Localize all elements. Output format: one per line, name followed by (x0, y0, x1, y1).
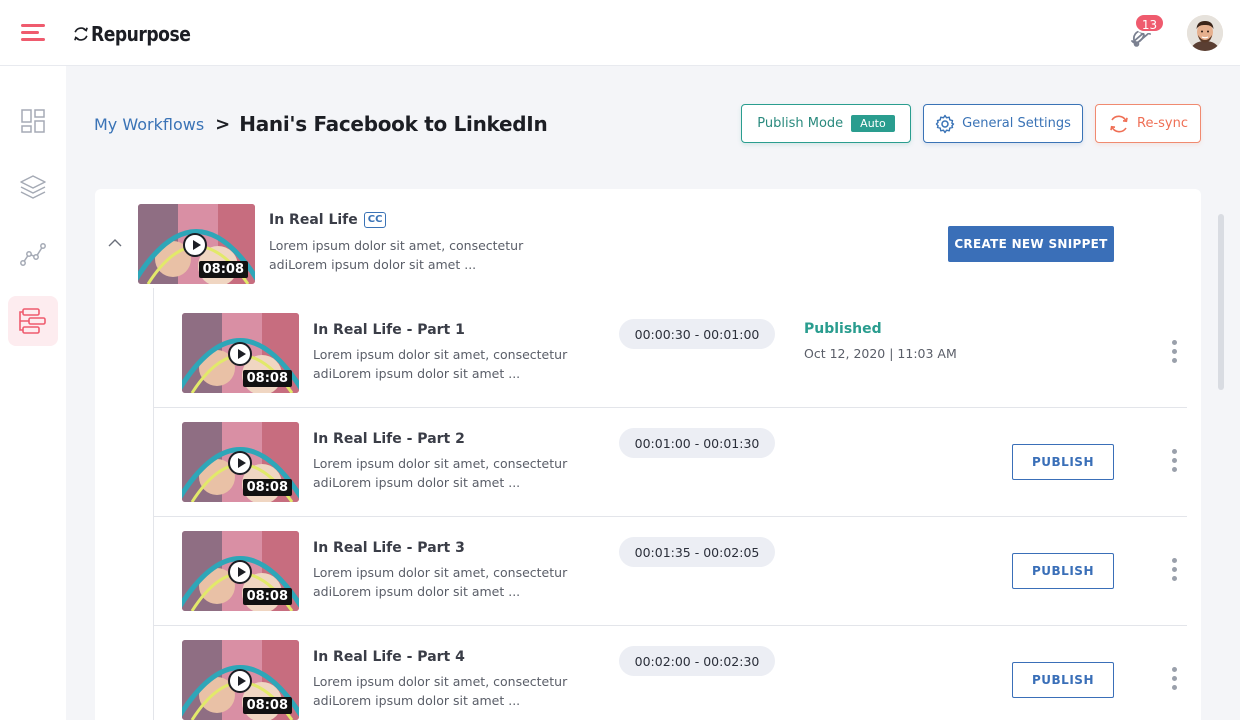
video-duration: 08:08 (198, 261, 248, 278)
analytics-icon (20, 243, 46, 266)
notification-badge: 13 (1134, 13, 1165, 33)
description-line-2: adiLorem ipsum dolor sit amet ... (313, 584, 521, 599)
description-line-2: adiLorem ipsum dolor sit amet ... (313, 366, 521, 381)
menu-icon[interactable] (21, 24, 45, 42)
user-avatar[interactable] (1187, 15, 1223, 51)
refresh-icon (1110, 115, 1128, 132)
scrollbar[interactable] (1218, 214, 1224, 390)
parent-video-description: Lorem ipsum dolor sit amet, consectetur … (269, 236, 569, 274)
breadcrumb-separator: > (215, 113, 231, 135)
sidebar (0, 66, 66, 720)
description-line-2: adiLorem ipsum dolor sit amet ... (313, 693, 521, 708)
play-icon (228, 451, 252, 475)
resync-button[interactable]: Re-sync (1095, 104, 1201, 143)
snippet-description: Lorem ipsum dolor sit amet, consectetur … (313, 672, 613, 710)
more-options-icon[interactable] (1166, 558, 1182, 584)
snippet-title: In Real Life - Part 1 (313, 322, 465, 338)
snippet-description: Lorem ipsum dolor sit amet, consectetur … (313, 345, 613, 383)
snippet-description: Lorem ipsum dolor sit amet, consectetur … (313, 563, 613, 601)
sidebar-item-layers[interactable] (8, 162, 58, 212)
row-divider (154, 516, 1187, 517)
row-divider (154, 625, 1187, 626)
snippet-title: In Real Life - Part 3 (313, 540, 465, 556)
video-duration: 08:08 (242, 697, 292, 714)
tree-connector (153, 288, 154, 720)
sidebar-item-analytics[interactable] (8, 229, 58, 279)
description-line-1: Lorem ipsum dolor sit amet, consectetur (313, 674, 568, 689)
snippet-thumbnail[interactable]: 08:08 (182, 313, 299, 393)
parent-video-thumbnail[interactable]: 08:08 (138, 204, 255, 284)
sidebar-item-dashboard[interactable] (8, 96, 58, 146)
snippet-thumbnail[interactable]: 08:08 (182, 531, 299, 611)
general-settings-label: General Settings (962, 116, 1071, 131)
publish-button[interactable]: PUBLISH (1012, 444, 1114, 480)
chevron-up-icon[interactable] (108, 236, 122, 250)
create-new-snippet-button[interactable]: CREATE NEW SNIPPET (948, 226, 1114, 262)
logo-text: Repurpose (91, 22, 191, 46)
layers-icon (20, 175, 46, 199)
snippet-thumbnail[interactable]: 08:08 (182, 422, 299, 502)
snippet-time-range: 00:00:30 - 00:01:00 (619, 319, 775, 349)
publish-mode-value-badge: Auto (851, 115, 895, 132)
video-duration: 08:08 (242, 370, 292, 387)
play-icon (228, 560, 252, 584)
description-line-1: Lorem ipsum dolor sit amet, consectetur (313, 565, 568, 580)
row-divider (154, 407, 1187, 408)
breadcrumb-my-workflows-link[interactable]: My Workflows (94, 115, 204, 134)
top-bar: Repurpose 13 (0, 0, 1240, 66)
parent-video-title: In Real Life CC (269, 212, 387, 228)
app-logo[interactable]: Repurpose (72, 20, 207, 48)
video-duration: 08:08 (242, 479, 292, 496)
snippet-time-range: 00:02:00 - 00:02:30 (619, 646, 775, 676)
description-line-1: Lorem ipsum dolor sit amet, consectetur (269, 238, 524, 253)
description-line-1: Lorem ipsum dolor sit amet, consectetur (313, 347, 568, 362)
sidebar-item-workflows[interactable] (8, 296, 58, 346)
published-date: Oct 12, 2020 | 11:03 AM (804, 346, 957, 361)
publish-mode-label: Publish Mode (757, 116, 844, 131)
snippet-title: In Real Life - Part 4 (313, 649, 465, 665)
closed-captions-icon: CC (363, 212, 387, 228)
play-icon (228, 669, 252, 693)
resync-label: Re-sync (1137, 116, 1188, 131)
status-published: Published (804, 321, 882, 337)
description-line-2: adiLorem ipsum dolor sit amet ... (269, 257, 477, 272)
snippet-thumbnail[interactable]: 08:08 (182, 640, 299, 720)
dashboard-icon (21, 109, 45, 133)
workflow-icon (19, 308, 46, 334)
parent-video-title-text: In Real Life (269, 212, 358, 228)
more-options-icon[interactable] (1166, 449, 1182, 475)
snippet-time-range: 00:01:35 - 00:02:05 (619, 537, 775, 567)
general-settings-button[interactable]: General Settings (923, 104, 1083, 143)
snippet-title: In Real Life - Part 2 (313, 431, 465, 447)
more-options-icon[interactable] (1166, 340, 1182, 366)
description-line-1: Lorem ipsum dolor sit amet, consectetur (313, 456, 568, 471)
play-icon (183, 233, 207, 257)
publish-button[interactable]: PUBLISH (1012, 662, 1114, 698)
snippet-description: Lorem ipsum dolor sit amet, consectetur … (313, 454, 613, 492)
avatar-image (1187, 15, 1223, 51)
snippet-time-range: 00:01:00 - 00:01:30 (619, 428, 775, 458)
breadcrumb: My Workflows > Hani's Facebook to Linked… (94, 110, 548, 138)
sync-logo-icon (74, 27, 88, 41)
more-options-icon[interactable] (1166, 667, 1182, 693)
video-duration: 08:08 (242, 588, 292, 605)
page-title: Hani's Facebook to LinkedIn (239, 112, 548, 136)
description-line-2: adiLorem ipsum dolor sit amet ... (313, 475, 521, 490)
publish-mode-button[interactable]: Publish Mode Auto (741, 104, 911, 143)
play-icon (228, 342, 252, 366)
publish-button[interactable]: PUBLISH (1012, 553, 1114, 589)
gear-icon (935, 114, 955, 133)
